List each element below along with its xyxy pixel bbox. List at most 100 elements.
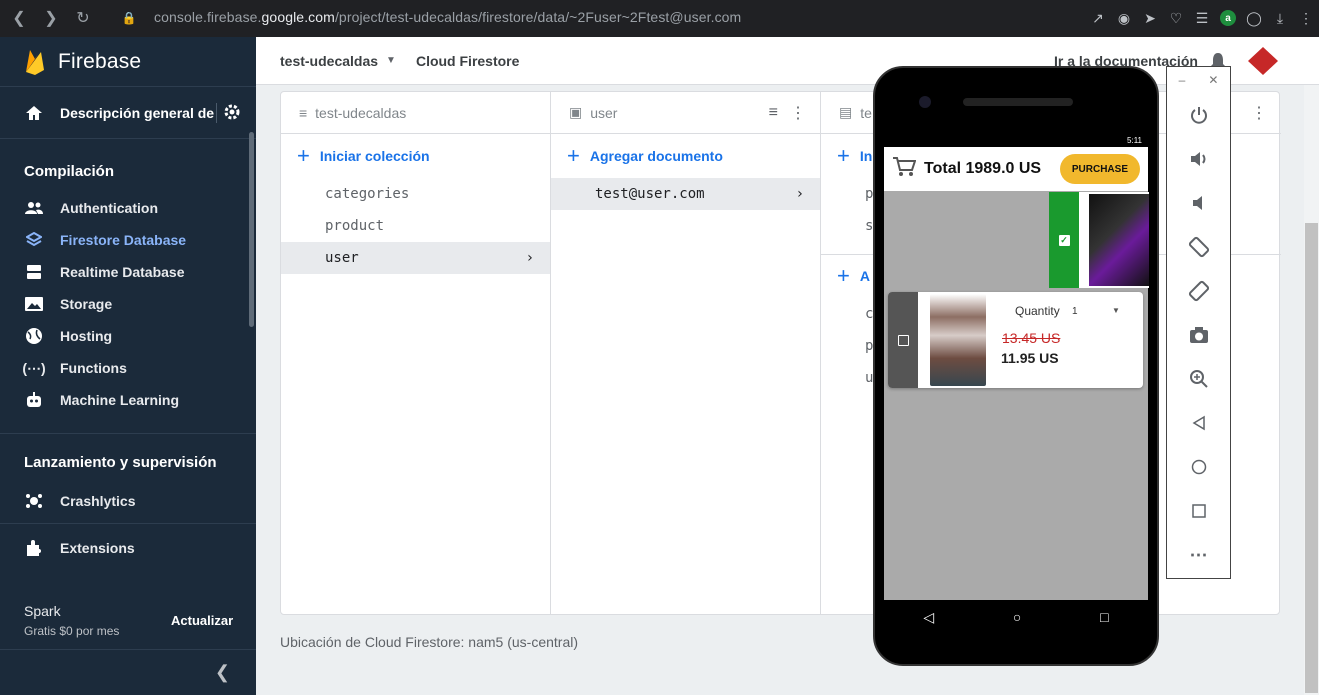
product-card[interactable]: Quantity 1 ▼ 13.45 US 11.95 US [888,292,1143,388]
send-icon[interactable]: ➤ [1137,6,1163,30]
firebase-logo-icon [26,49,44,75]
volume-up-icon[interactable] [1167,137,1230,181]
extension-a-icon[interactable]: a [1215,6,1241,30]
plus-icon: + [297,143,310,168]
globe-icon [24,326,44,346]
app-bar: Total 1989.0 US PURCHASE [884,147,1148,191]
android-emulator-phone: 5:11 Total 1989.0 US PURCHASE ✓ Quantity… [873,66,1159,666]
forward-icon[interactable]: ❯ [40,7,62,29]
zoom-icon[interactable] [1167,357,1230,401]
action-label: Iniciar colección [319,148,430,164]
new-price: 11.95 US [1001,350,1059,366]
project-selector[interactable]: test-udecaldas [280,53,378,69]
heart-icon[interactable]: ♡ [1163,6,1189,30]
sidebar-item-firestore[interactable]: Firestore Database [0,224,256,256]
robot-icon [24,390,44,410]
functions-icon: (⋯) [22,359,46,376]
back-triangle-icon[interactable] [1167,401,1230,445]
gear-icon[interactable] [216,102,240,123]
nav-home-icon[interactable]: ○ [1013,609,1021,625]
back-icon[interactable]: ❮ [8,7,30,29]
page-scrollbar[interactable] [1304,85,1319,695]
collapse-sidebar-button[interactable]: ❮ [0,649,256,695]
upgrade-button[interactable]: Actualizar [171,613,233,628]
close-icon[interactable]: ✕ [1208,73,1218,87]
status-time: 5:11 [1127,136,1142,145]
phone-speaker [963,98,1073,106]
rotate-left-icon[interactable] [1167,225,1230,269]
sidebar-item-hosting[interactable]: Hosting [0,320,256,352]
nav-recents-icon[interactable]: □ [1100,609,1108,625]
action-label: Agregar documento [589,148,723,164]
more-vert-icon[interactable]: ⋮ [1251,103,1267,123]
add-field-button[interactable]: + A [821,254,870,298]
field-item[interactable]: c [821,298,873,330]
sidebar-item-extensions[interactable]: Extensions [0,532,256,564]
overview-square-icon[interactable] [1167,489,1230,533]
download-icon[interactable]: ⤓ [1267,6,1293,30]
brand-name: Firebase [58,49,142,73]
sidebar-item-label: Functions [60,360,127,376]
document-label: test@user.com [595,186,705,202]
field-item[interactable]: u [821,362,873,394]
collection-label: user [325,250,359,266]
bookmark-icon[interactable]: ☰ [1189,6,1215,30]
column-title: user [590,104,618,121]
more-horiz-icon[interactable]: ⋯ [1167,533,1230,577]
document-item-selected[interactable]: test@user.com › [551,178,820,210]
sidebar-item-crashlytics[interactable]: Crashlytics [0,485,256,517]
overview-label: Descripción general de [60,104,215,121]
chevron-right-icon: › [525,250,534,266]
collection-item[interactable]: product [281,210,550,242]
quantity-value[interactable]: 1 [1072,306,1078,317]
scrollbar-thumb[interactable] [1305,223,1318,693]
nav-back-icon[interactable]: ◁ [923,609,934,626]
sidebar-item-machine-learning[interactable]: Machine Learning [0,384,256,416]
column-title: test-udecaldas [315,104,407,121]
selected-checkbox[interactable]: ✓ [1049,192,1079,288]
reload-icon[interactable]: ↻ [72,7,94,29]
collection-item[interactable]: categories [281,178,550,210]
volume-down-icon[interactable] [1167,181,1230,225]
plan-description: Gratis $0 por mes [24,624,120,638]
sidebar-item-realtime-database[interactable]: Realtime Database [0,256,256,288]
start-collection-button[interactable]: + Iniciar colección [281,134,550,178]
field-item[interactable]: p [821,330,873,362]
address-bar[interactable]: console.firebase.google.com/project/test… [154,9,741,25]
sidebar-item-label: Machine Learning [60,392,180,408]
caret-down-icon[interactable]: ▼ [386,55,396,66]
phone-screen: 5:11 Total 1989.0 US PURCHASE ✓ Quantity… [884,134,1149,634]
screenshot-camera-icon[interactable] [1167,313,1230,357]
minimize-icon[interactable]: – [1179,73,1186,87]
unselected-checkbox[interactable] [888,292,918,388]
sidebar-item-authentication[interactable]: Authentication [0,192,256,224]
power-icon[interactable] [1167,93,1230,137]
quantity-dropdown-icon[interactable]: ▼ [1112,306,1120,315]
purchase-button[interactable]: PURCHASE [1059,154,1140,184]
filter-icon[interactable]: ≡ [769,104,778,122]
extension-icons: ↗ ◉ ➤ ♡ ☰ a ◯ ⤓ ⋮ [1085,6,1319,30]
camera-icon[interactable]: ◉ [1111,6,1137,30]
status-bar: 5:11 [884,134,1148,147]
sidebar-item-functions[interactable]: (⋯) Functions [0,352,256,384]
menu-dots-icon[interactable]: ⋮ [1293,6,1319,30]
home-circle-icon[interactable] [1167,445,1230,489]
sidebar-item-label: Realtime Database [60,264,185,280]
sidebar-header[interactable]: Firebase [0,37,256,87]
plus-icon: + [567,143,580,168]
sidebar-item-storage[interactable]: Storage [0,288,256,320]
share-icon[interactable]: ↗ [1085,6,1111,30]
cart-total: Total 1989.0 US [924,160,1042,177]
collection-item-selected[interactable]: user › [281,242,550,274]
product-card-selected[interactable]: ✓ [1049,192,1149,288]
lock-icon: 🔒 [121,11,137,25]
add-document-button[interactable]: + Agregar documento [551,134,820,178]
sidebar-scrollbar[interactable] [249,132,254,327]
cube-icon[interactable]: ◯ [1241,6,1267,30]
rotate-right-icon[interactable] [1167,269,1230,313]
action-label: In [859,148,873,164]
emulator-window-controls: – ✕ [1167,67,1230,93]
root-icon: ≡ [299,104,308,121]
project-overview[interactable]: Descripción general de [0,87,256,139]
more-vert-icon[interactable]: ⋮ [790,103,806,123]
